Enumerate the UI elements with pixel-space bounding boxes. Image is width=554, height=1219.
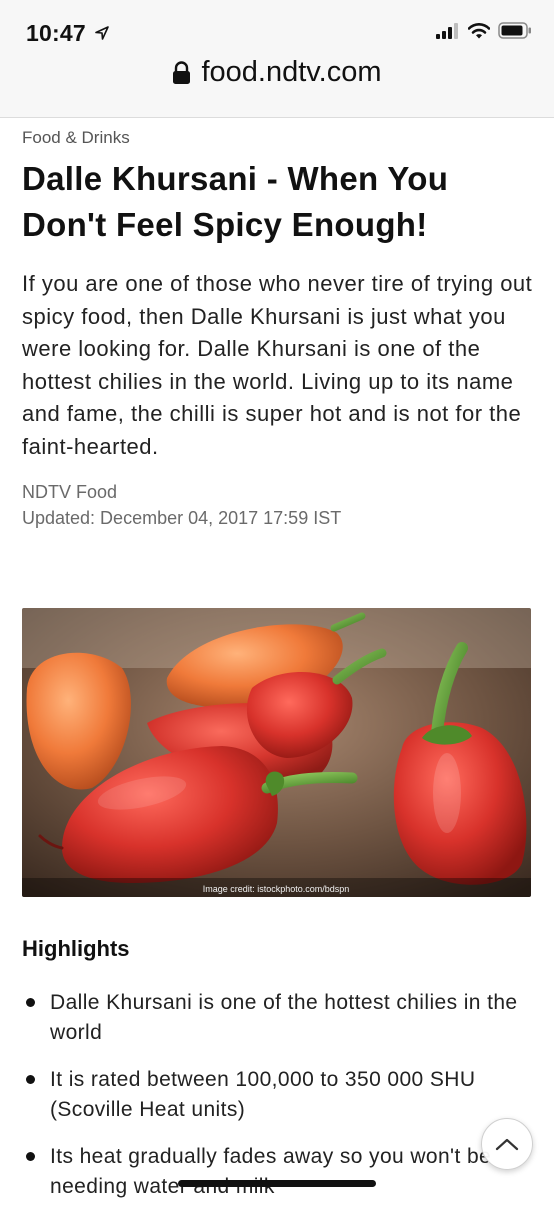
highlight-item: Its heat gradually fades away so you won… — [22, 1142, 534, 1202]
highlight-item: It is rated between 100,000 to 350 000 S… — [22, 1065, 534, 1125]
article-headline: Dalle Khursani - When You Don't Feel Spi… — [22, 160, 449, 243]
article: Food & Drinks Dalle Khursani - When You … — [22, 118, 534, 529]
article-author[interactable]: NDTV Food — [22, 482, 534, 503]
article-updated: Updated: December 04, 2017 17:59 IST — [22, 507, 342, 528]
status-time: 10:47 — [26, 20, 86, 46]
hero-image: Image credit: istockphoto.com/bdspn — [22, 608, 531, 897]
lock-icon — [173, 60, 191, 84]
home-indicator[interactable] — [178, 1180, 376, 1187]
highlight-item: Dalle Khursani is one of the hottest chi… — [22, 988, 534, 1048]
article-category[interactable]: Food & Drinks — [22, 128, 534, 148]
url-text: food.ndtv.com — [201, 56, 382, 88]
highlights-title: Highlights — [22, 936, 130, 961]
article-summary: If you are one of those who never tire o… — [22, 271, 533, 459]
image-credit: Image credit: istockphoto.com/bdspn — [203, 884, 350, 894]
status-icons — [436, 22, 532, 39]
scroll-to-top-button[interactable] — [481, 1118, 533, 1170]
chili-peppers-photo: Image credit: istockphoto.com/bdspn — [22, 608, 531, 897]
cellular-signal-icon — [436, 22, 458, 39]
location-arrow-icon — [95, 26, 109, 40]
chevron-up-icon — [495, 1138, 519, 1151]
browser-chrome: 10:47 food.ndtv.com — [0, 0, 554, 118]
battery-icon — [498, 22, 531, 39]
wifi-icon — [468, 22, 490, 38]
address-bar[interactable]: food.ndtv.com — [0, 56, 554, 89]
